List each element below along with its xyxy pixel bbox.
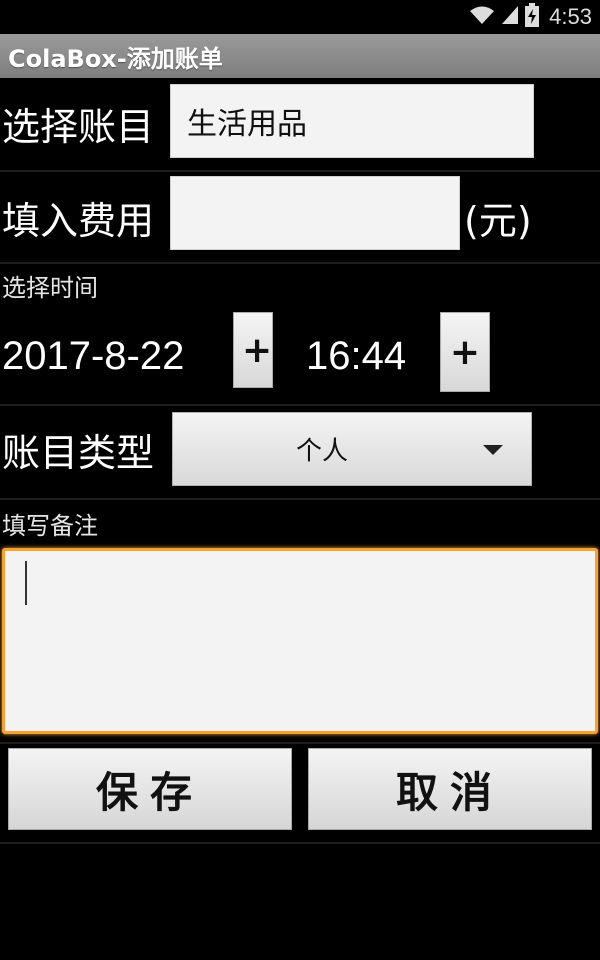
dropdown-arrow-icon	[483, 445, 503, 455]
divider	[0, 498, 600, 500]
time-label: 选择时间	[2, 274, 98, 302]
category-value: 生活用品	[187, 107, 307, 142]
amount-input[interactable]	[170, 176, 460, 250]
amount-label: 填入费用	[2, 199, 155, 243]
note-textarea[interactable]	[2, 548, 598, 734]
divider	[0, 262, 600, 264]
divider	[0, 404, 600, 406]
amount-unit: (元)	[464, 199, 532, 243]
category-label: 选择账目	[2, 105, 155, 149]
divider	[0, 170, 600, 172]
save-button-label: 保存	[95, 767, 204, 817]
category-input[interactable]: 生活用品	[170, 84, 534, 158]
save-button[interactable]: 保存	[8, 748, 292, 830]
note-label: 填写备注	[2, 512, 98, 540]
cancel-button[interactable]: 取消	[308, 748, 592, 830]
time-value: 16:44	[306, 334, 407, 378]
type-value: 个人	[295, 436, 348, 467]
time-plus-button[interactable]: +	[440, 312, 490, 392]
page-title: ColaBox-添加账单	[8, 44, 223, 73]
wifi-icon	[469, 5, 495, 29]
battery-charging-icon	[525, 3, 540, 31]
status-time: 4:53	[549, 4, 592, 29]
time-plus-label: +	[449, 331, 481, 373]
cancel-button-label: 取消	[395, 767, 504, 817]
type-label: 账目类型	[2, 431, 155, 475]
divider	[0, 842, 600, 844]
date-plus-button[interactable]: +	[233, 312, 273, 388]
text-cursor	[25, 561, 27, 605]
date-plus-label: +	[242, 329, 273, 371]
cell-signal-icon	[501, 5, 519, 29]
status-icons: 4:53	[469, 0, 592, 34]
date-value: 2017-8-22	[2, 334, 185, 378]
title-bar: ColaBox-添加账单	[0, 34, 600, 78]
type-dropdown[interactable]: 个人	[172, 412, 532, 486]
divider	[0, 742, 600, 744]
status-bar: 4:53	[0, 0, 600, 34]
